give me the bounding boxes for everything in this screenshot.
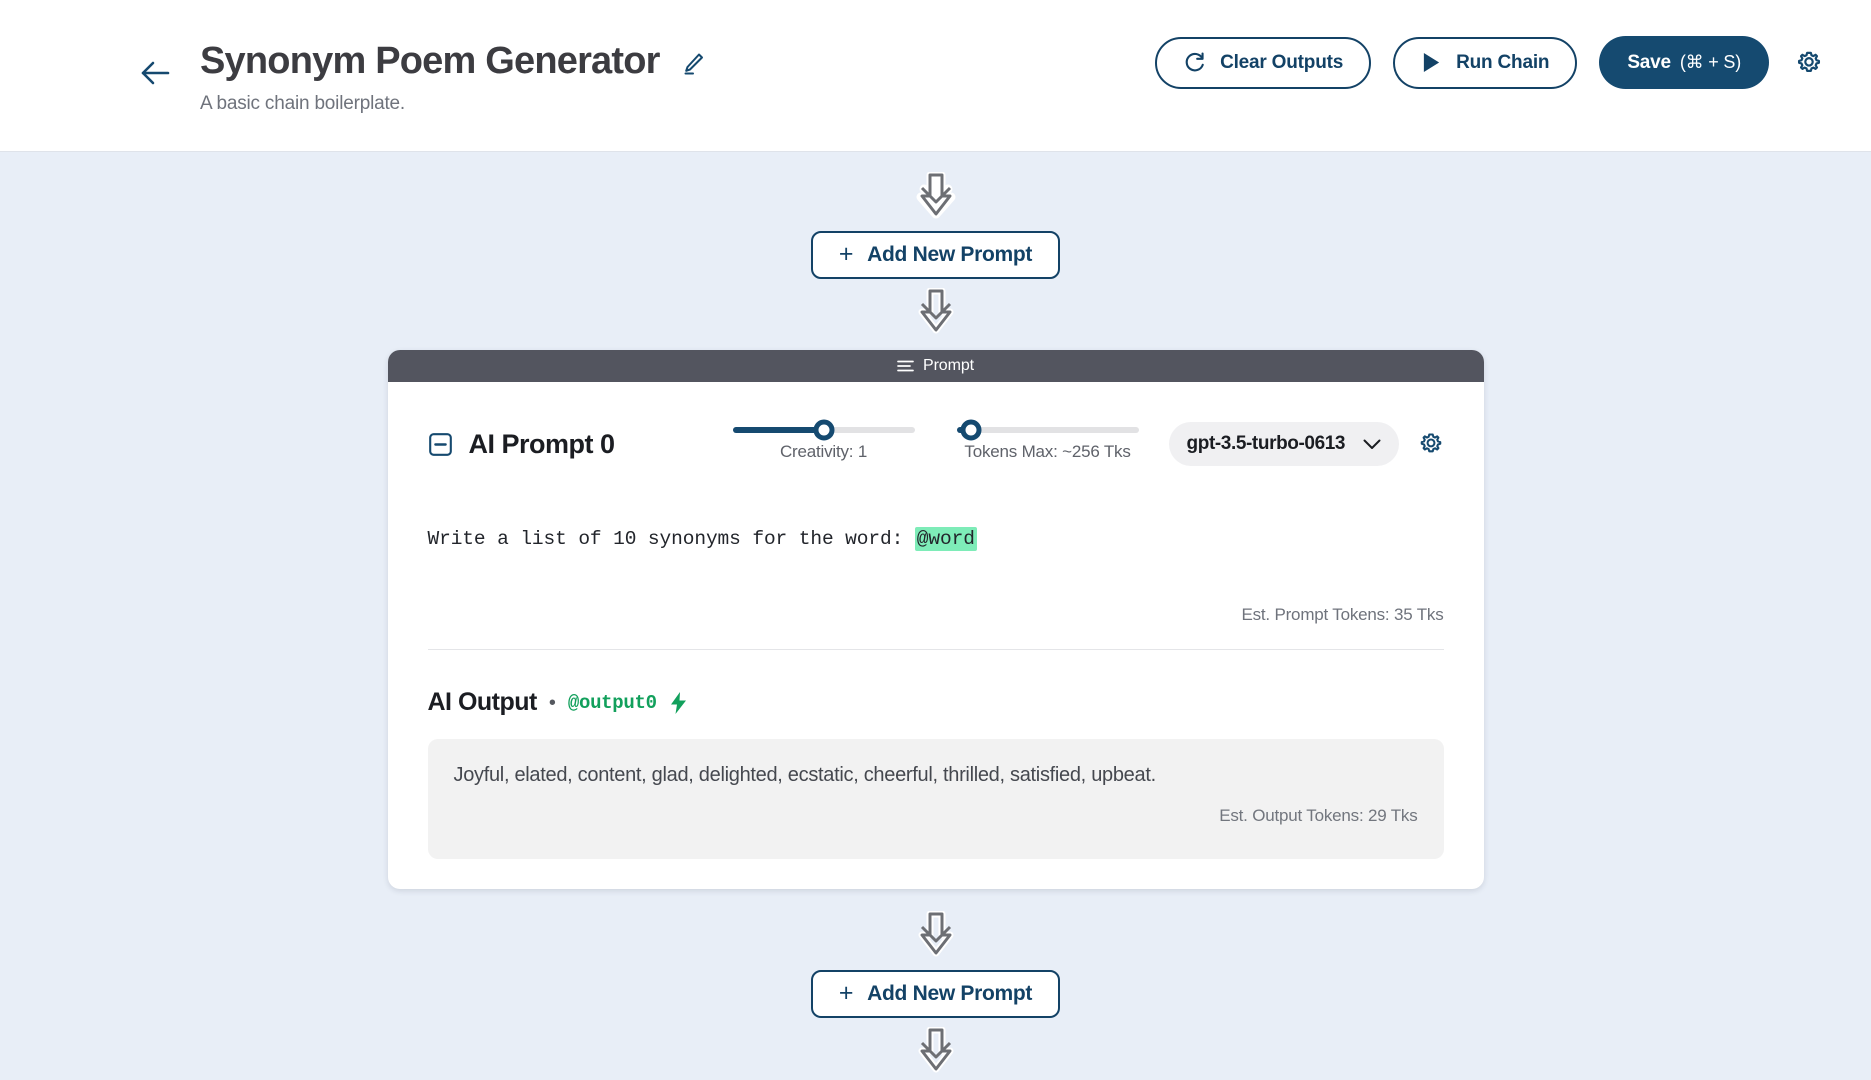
tokens-max-label: Tokens Max: ~256 Tks	[964, 441, 1131, 461]
run-chain-button[interactable]: Run Chain	[1393, 36, 1578, 89]
ai-output-header: AI Output • @output0	[428, 688, 1444, 717]
prompt-tokens-note: Est. Prompt Tokens: 35 Tks	[1241, 605, 1444, 625]
add-new-prompt-label: Add New Prompt	[867, 243, 1033, 266]
creativity-slider[interactable]	[732, 419, 915, 440]
arrow-left-icon	[141, 61, 170, 85]
save-button[interactable]: Save (⌘ + S)	[1599, 36, 1769, 89]
chain-canvas: + Add New Prompt Prompt AI Prompt 0 Crea…	[0, 152, 1871, 1080]
ai-output-text: Joyful, elated, content, glad, delighted…	[453, 764, 1157, 787]
arrow-down-icon	[918, 911, 953, 957]
plus-icon: +	[838, 239, 854, 268]
creativity-label: Creativity: 1	[779, 441, 868, 461]
top-bar: Synonym Poem Generator A basic chain boi…	[0, 0, 1871, 152]
prompt-card-drag-header[interactable]: Prompt	[387, 350, 1484, 382]
settings-button[interactable]	[1791, 45, 1827, 81]
prompt-toolbar: AI Prompt 0 Creativity: 1 Tokens Max: ~2…	[428, 408, 1444, 480]
prompt-text-static: Write a list of 10 synonyms for the word…	[427, 528, 915, 550]
top-bar-actions: Clear Outputs Run Chain Save (⌘ + S)	[1155, 36, 1827, 89]
output-variable[interactable]: @output0	[568, 692, 657, 714]
prompt-text-editor[interactable]: Write a list of 10 synonyms for the word…	[428, 526, 1444, 553]
card-divider	[427, 649, 1444, 651]
arrow-down-icon	[918, 1027, 953, 1073]
back-button[interactable]	[132, 50, 178, 96]
ai-output-tokens-note: Est. Output Tokens: 29 Tks	[1219, 806, 1418, 826]
tokens-max-slider-group: Tokens Max: ~256 Tks	[956, 419, 1139, 462]
page-title: Synonym Poem Generator	[200, 40, 660, 82]
prompt-name: AI Prompt 0	[468, 428, 616, 459]
run-chain-label: Run Chain	[1456, 51, 1550, 73]
prompt-variable-chip[interactable]: @word	[914, 527, 977, 551]
prompt-card: Prompt AI Prompt 0 Creativity: 1 Tokens …	[387, 350, 1484, 890]
title-row: Synonym Poem Generator	[200, 40, 706, 83]
save-label: Save	[1627, 51, 1671, 73]
prompt-card-body: AI Prompt 0 Creativity: 1 Tokens Max: ~2…	[388, 382, 1484, 889]
chevron-down-icon	[1363, 439, 1381, 449]
tokens-max-slider[interactable]	[956, 419, 1139, 440]
lightning-bolt-icon	[670, 691, 686, 714]
prompt-settings-button[interactable]	[1417, 426, 1445, 462]
ai-output-title: AI Output	[427, 688, 538, 717]
add-new-prompt-label: Add New Prompt	[867, 982, 1033, 1006]
output-separator: •	[548, 691, 556, 714]
save-shortcut: (⌘ + S)	[1679, 52, 1741, 72]
drag-handle-icon	[897, 360, 914, 372]
creativity-slider-group: Creativity: 1	[732, 419, 915, 462]
model-select-value: gpt-3.5-turbo-0613	[1186, 433, 1346, 454]
collapse-prompt-button[interactable]	[428, 432, 453, 457]
gear-icon	[1797, 51, 1821, 72]
creativity-slider-thumb[interactable]	[813, 419, 835, 440]
clear-outputs-label: Clear Outputs	[1220, 51, 1344, 73]
add-new-prompt-button-top[interactable]: + Add New Prompt	[810, 231, 1061, 279]
tokens-max-slider-thumb[interactable]	[960, 419, 982, 440]
pencil-icon[interactable]	[680, 51, 706, 77]
arrow-down-icon	[918, 288, 953, 334]
ai-output-box: Joyful, elated, content, glad, delighted…	[427, 739, 1444, 860]
play-icon	[1423, 52, 1440, 73]
refresh-icon	[1185, 52, 1204, 72]
plus-icon: +	[838, 978, 854, 1007]
add-new-prompt-button-bottom[interactable]: + Add New Prompt	[810, 970, 1061, 1019]
page-subtitle: A basic chain boilerplate.	[200, 93, 405, 114]
gear-icon	[1420, 433, 1442, 453]
minus-square-icon	[428, 432, 452, 456]
model-select[interactable]: gpt-3.5-turbo-0613	[1168, 422, 1400, 466]
clear-outputs-button[interactable]: Clear Outputs	[1155, 36, 1372, 89]
arrow-down-icon	[916, 172, 955, 219]
title-block: Synonym Poem Generator A basic chain boi…	[200, 40, 706, 115]
prompt-card-header-label: Prompt	[923, 357, 974, 374]
creativity-slider-fill	[732, 426, 824, 433]
